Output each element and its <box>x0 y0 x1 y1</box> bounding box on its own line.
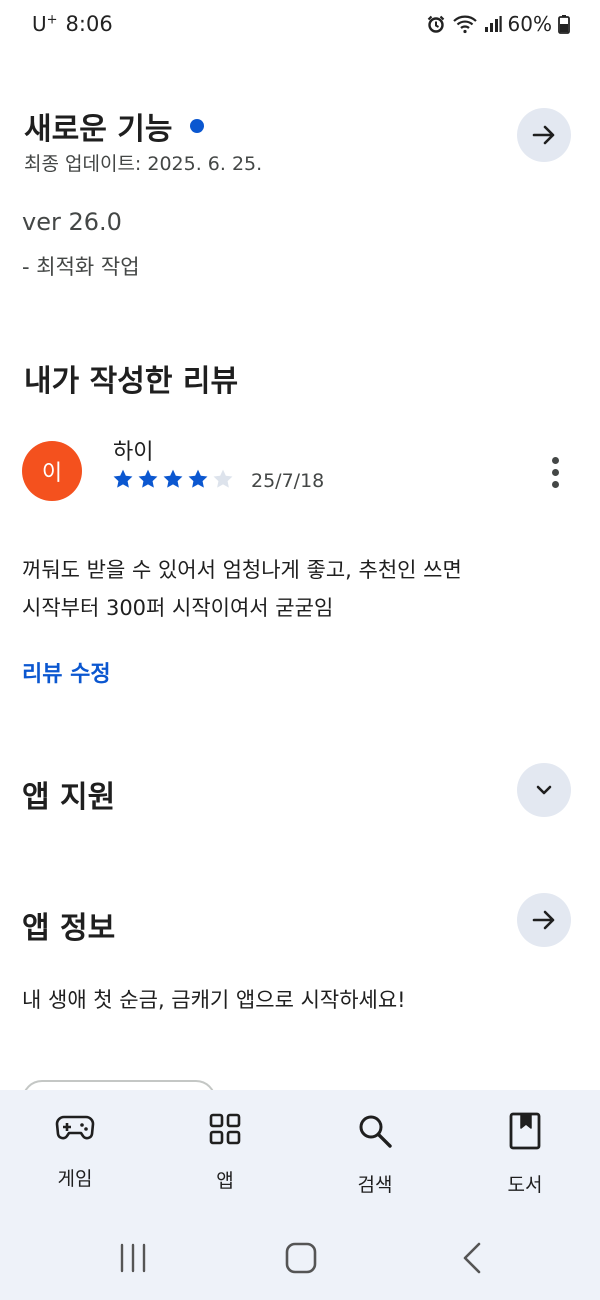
nav-label-books: 도서 <box>507 1174 543 1196</box>
search-icon <box>359 1115 392 1148</box>
battery-icon <box>558 14 570 34</box>
recent-apps-button[interactable] <box>115 1240 151 1276</box>
star-filled-icon <box>188 469 208 488</box>
more-vert-icon <box>551 456 559 464</box>
back-button[interactable] <box>455 1240 491 1276</box>
carrier-text: U <box>32 12 47 36</box>
status-left: U+ 8:06 <box>32 12 113 36</box>
nav-item-books[interactable]: 도서 <box>450 1090 600 1220</box>
nav-item-games[interactable]: 게임 <box>0 1090 150 1220</box>
nav-label-games: 게임 <box>57 1168 93 1190</box>
star-rating <box>112 468 234 490</box>
battery-text: 60% <box>507 12 552 36</box>
nav-item-search[interactable]: 검색 <box>300 1090 450 1220</box>
review-text-line: 꺼둬도 받을 수 있어서 엄청나게 좋고, 추천인 쓰면 <box>22 558 462 582</box>
review-text: 꺼둬도 받을 수 있어서 엄청나게 좋고, 추천인 쓰면 시작부터 300퍼 시… <box>22 551 582 627</box>
status-right: 60% <box>426 12 570 36</box>
my-review-heading: 내가 작성한 리뷰 <box>24 364 239 399</box>
star-filled-icon <box>163 469 183 488</box>
home-icon <box>285 1242 317 1274</box>
app-support-heading: 앱 지원 <box>22 780 116 815</box>
status-bar: U+ 8:06 60% <box>0 0 600 50</box>
whats-new-title: 새로운 기능 <box>24 112 173 147</box>
nav-label-apps: 앱 <box>216 1170 234 1192</box>
review-date: 25/7/18 <box>251 470 325 492</box>
whats-new-heading: 새로운 기능 <box>24 104 205 148</box>
status-time: 8:06 <box>65 12 113 36</box>
star-filled-icon <box>113 469 133 488</box>
carrier-sup: + <box>46 12 58 28</box>
version-note: - 최적화 작업 <box>22 255 140 279</box>
app-info-arrow-button[interactable] <box>517 893 571 947</box>
more-options-button[interactable] <box>540 450 570 494</box>
wifi-icon <box>452 14 478 34</box>
more-vert-icon-dot <box>551 480 559 488</box>
signal-icon <box>484 15 502 33</box>
alarm-icon <box>426 14 446 34</box>
recent-apps-icon <box>120 1243 146 1273</box>
more-vert-icon-dot <box>551 468 559 476</box>
new-indicator-dot <box>190 119 205 133</box>
arrow-right-icon <box>532 910 555 930</box>
home-button[interactable] <box>283 1240 319 1276</box>
gamepad-icon <box>55 1115 95 1140</box>
chevron-down-icon <box>536 785 552 795</box>
app-info-description: 내 생애 첫 순금, 금캐기 앱으로 시작하세요! <box>22 988 406 1012</box>
star-empty-icon <box>213 469 233 488</box>
system-navigation-bar <box>0 1220 600 1300</box>
app-support-expand-button[interactable] <box>517 763 571 817</box>
edit-review-link[interactable]: 리뷰 수정 <box>22 656 111 688</box>
whats-new-arrow-button[interactable] <box>517 108 571 162</box>
reviewer-name: 하이 <box>113 440 154 465</box>
last-updated: 최종 업데이트: 2025. 6. 25. <box>24 153 263 175</box>
review-text-line: 시작부터 300퍼 시작이여서 굳굳임 <box>22 596 334 620</box>
nav-item-apps[interactable]: 앱 <box>150 1090 300 1220</box>
back-icon <box>463 1242 481 1274</box>
star-filled-icon <box>138 469 158 488</box>
book-icon <box>509 1112 541 1150</box>
carrier-label: U+ <box>32 12 58 36</box>
arrow-right-icon <box>532 125 555 145</box>
bottom-navigation: 게임 앱 검색 도서 <box>0 1090 600 1220</box>
app-info-heading: 앱 정보 <box>22 911 116 946</box>
apps-grid-icon <box>209 1113 241 1145</box>
version-label: ver 26.0 <box>22 208 122 236</box>
nav-label-search: 검색 <box>357 1174 393 1196</box>
avatar: 이 <box>22 441 82 501</box>
